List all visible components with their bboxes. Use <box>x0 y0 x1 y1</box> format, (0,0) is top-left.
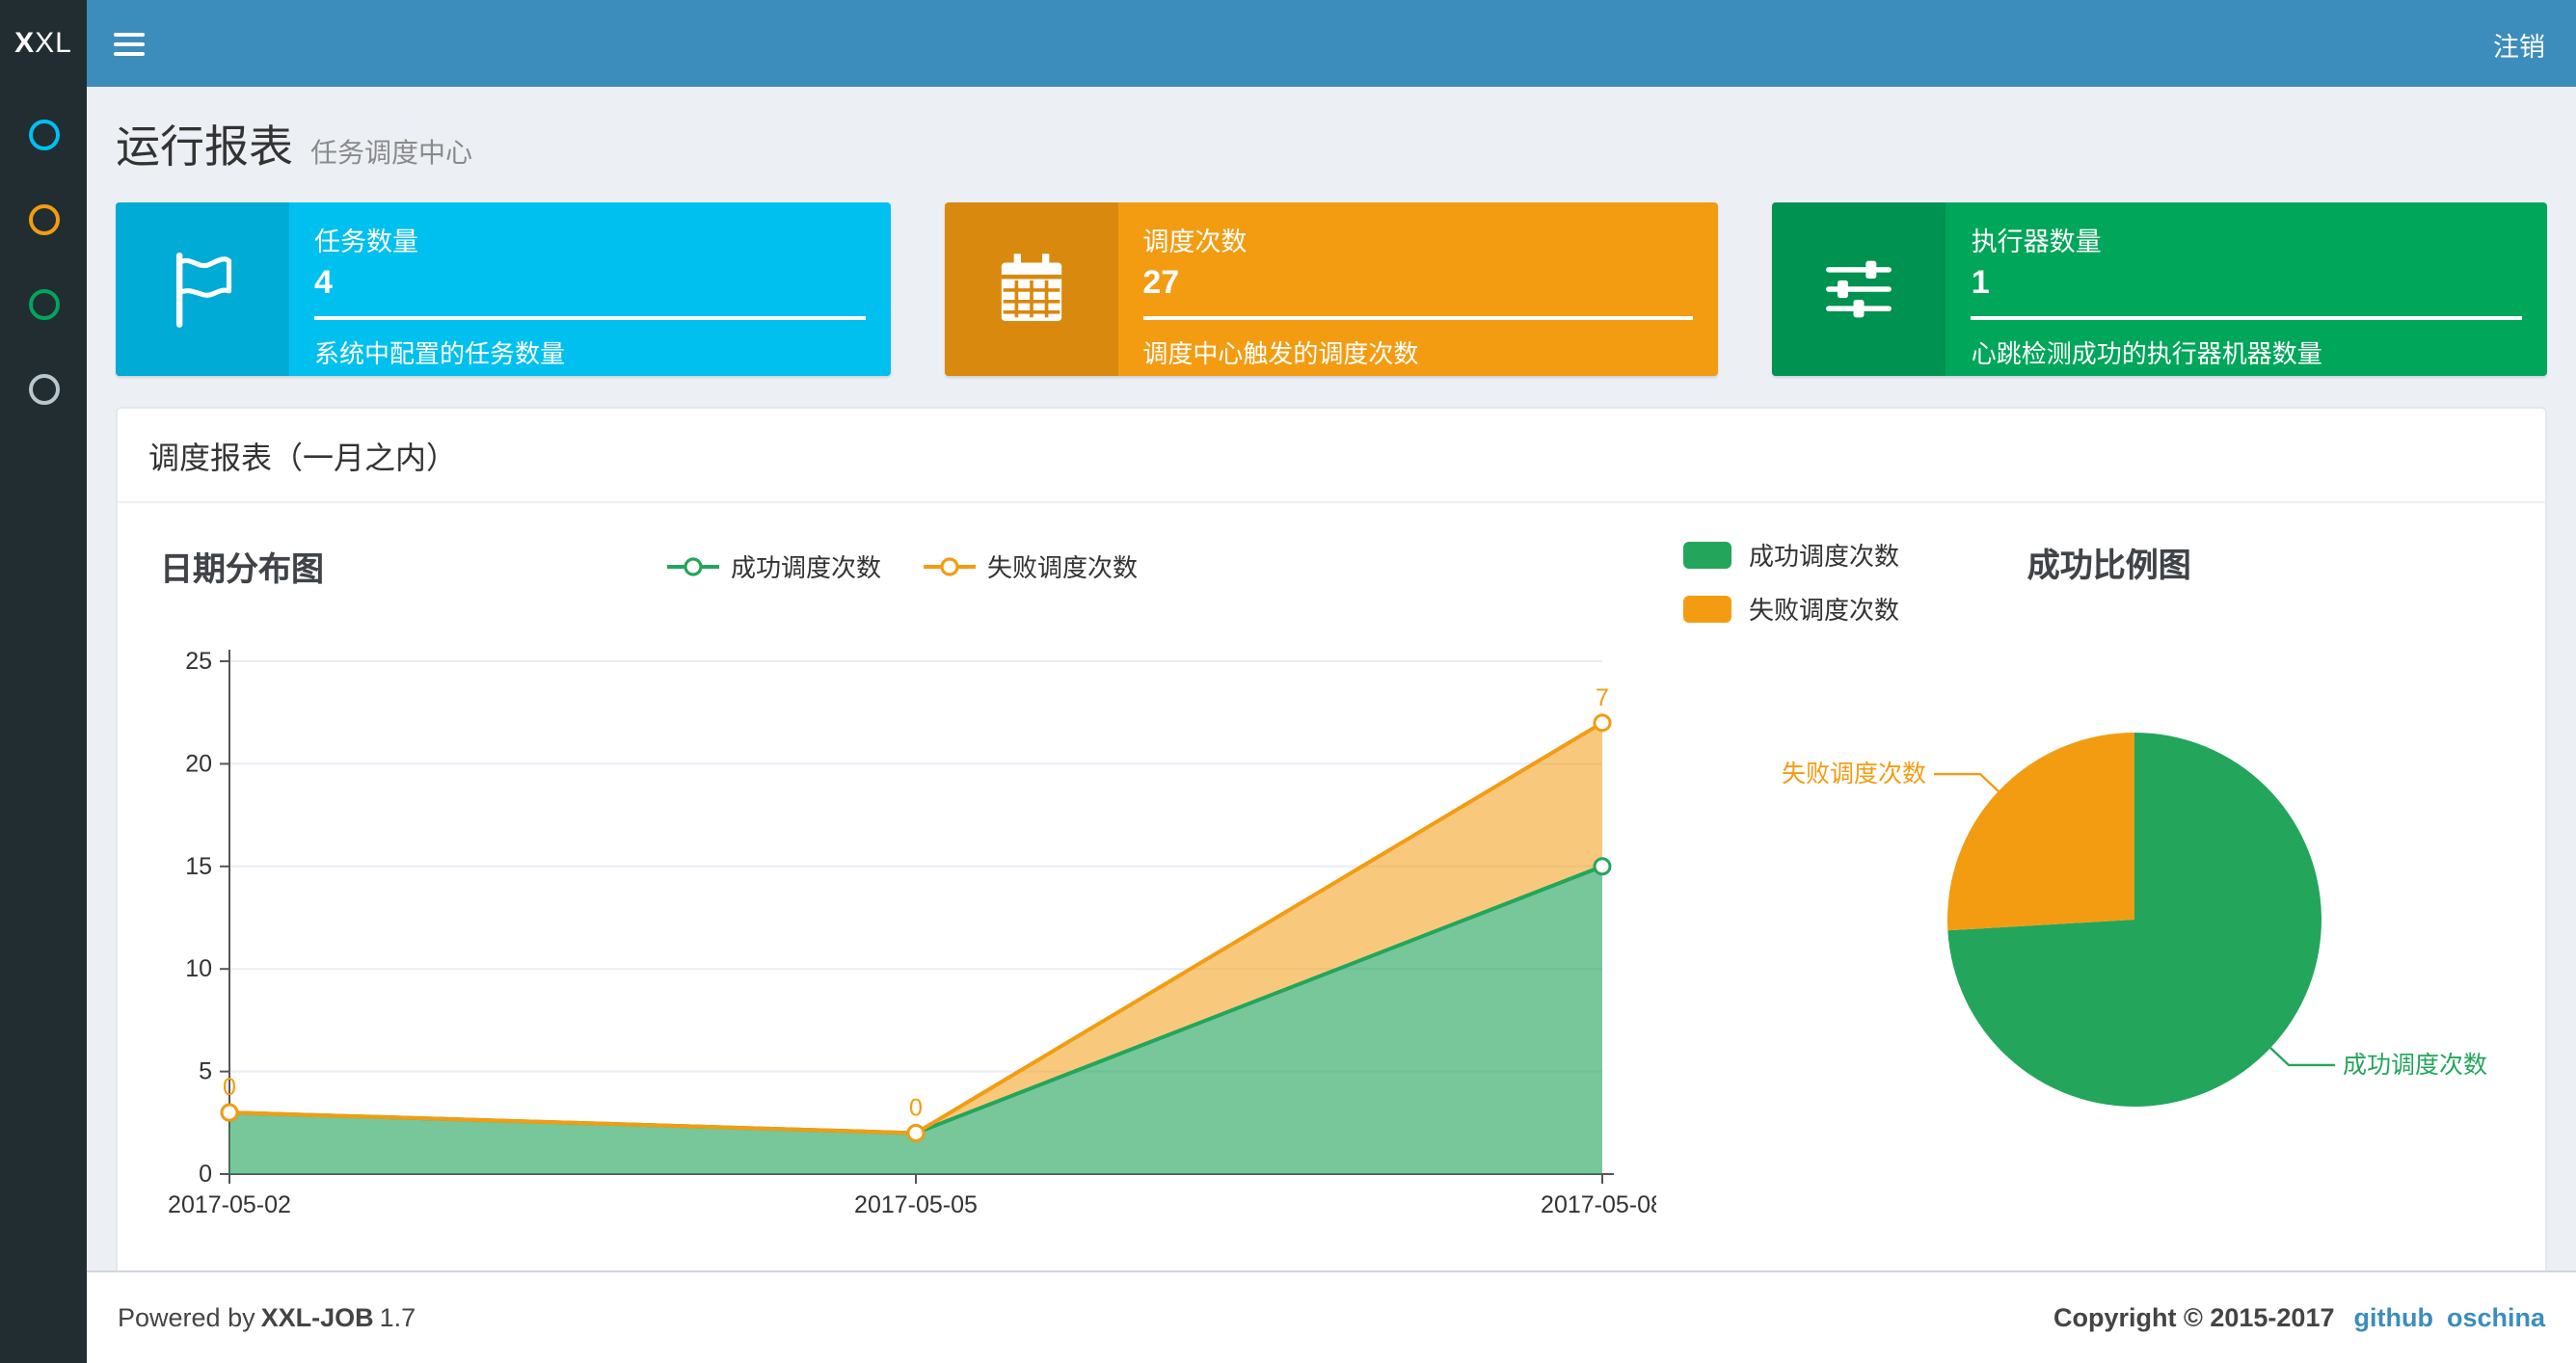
line-series-marker-icon <box>666 556 719 575</box>
circle-outline-icon <box>28 204 59 235</box>
github-link[interactable]: github <box>2354 1303 2433 1332</box>
svg-text:0: 0 <box>199 1161 212 1188</box>
report-panel-title: 调度报表（一月之内） <box>118 409 2545 503</box>
svg-text:0: 0 <box>223 1074 236 1101</box>
svg-text:2017-05-08: 2017-05-08 <box>1541 1191 1656 1218</box>
info-box-title: 任务数量 <box>314 227 418 256</box>
date-distribution-chart: 05101520252017-05-02 2017-05-05 2017-05-08… <box>168 648 1664 1218</box>
date-distribution-section: 日期分布图 成功调度次数 失败调度次数 0 5 10 15 20 25 2017-05-02… <box>133 530 1672 1253</box>
logo-rest-text: XL <box>35 27 72 60</box>
info-box-content: 任务数量 4 系统中配置的任务数量 <box>289 202 890 376</box>
logo-bold-text: X <box>14 27 36 60</box>
report-panel: 调度报表（一月之内） 日期分布图 成功调度次数 失败调度次数 0 5 10 15 20 2… <box>116 407 2547 1272</box>
success-ratio-section: 成功调度次数 失败调度次数 成功比例图 成功调度次数 失败调度次数 <box>1672 530 2534 1253</box>
success-ratio-pie-chart: 成功调度次数 失败调度次数 <box>1782 733 2487 1107</box>
pie-chart-header: 成功调度次数 失败调度次数 成功比例图 <box>1672 530 2534 634</box>
logout-link[interactable]: 注销 <box>2462 0 2576 87</box>
info-box-icon-area <box>944 202 1118 376</box>
info-box-3: 执行器数量 1 心跳检测成功的执行器机器数量 <box>1772 202 2548 376</box>
line-series-marker-icon <box>924 556 976 575</box>
line-legend-item-1[interactable]: 成功调度次数 <box>666 548 881 584</box>
sidebar-item-1[interactable] <box>0 93 87 177</box>
info-box-title: 执行器数量 <box>1971 227 2102 256</box>
info-box-content: 执行器数量 1 心跳检测成功的执行器机器数量 <box>1946 202 2547 376</box>
progress-bar <box>1971 316 2523 320</box>
pie-series-swatch-icon <box>1683 541 1731 568</box>
legend-label: 成功调度次数 <box>730 553 881 582</box>
pie-series-swatch-icon <box>1683 595 1731 622</box>
svg-text:15: 15 <box>185 853 212 880</box>
pie-legend-item-2[interactable]: 失败调度次数 <box>1683 590 1899 627</box>
legend-label: 失败调度次数 <box>987 553 1139 582</box>
progress-track <box>1971 316 2523 320</box>
pie-slice-2 <box>1947 733 2134 931</box>
flag-icon <box>175 252 232 328</box>
sidebar-item-2[interactable] <box>0 177 87 262</box>
svg-text:5: 5 <box>199 1058 212 1085</box>
info-box-2: 调度次数 27 调度中心触发的调度次数 <box>944 202 1719 376</box>
app-logo[interactable]: X XL <box>0 0 87 87</box>
svg-text:25: 25 <box>185 648 212 675</box>
svg-text:7: 7 <box>1596 684 1609 711</box>
copyright-text: Copyright © 2015-2017 github oschina <box>2053 1303 2545 1332</box>
sidebar-item-3[interactable] <box>0 262 87 347</box>
sliders-icon <box>1826 260 1892 318</box>
calendar-icon <box>1001 254 1061 321</box>
svg-text:2017-05-05: 2017-05-05 <box>854 1191 978 1218</box>
page-title: 运行报表 任务调度中心 <box>116 121 472 172</box>
progress-track <box>1142 316 1694 320</box>
info-box-title: 调度次数 <box>1142 227 1248 256</box>
legend-label: 失败调度次数 <box>1749 596 1900 625</box>
progress-bar <box>1142 316 1694 320</box>
sidebar-toggle-hamburger-icon[interactable] <box>87 0 172 87</box>
content-wrapper: 运行报表 任务调度中心 任务数量 4 系统中配置的任务数量 调度次数 27 调度… <box>87 87 2576 1272</box>
progress-track <box>314 316 866 320</box>
top-navbar: X XL 注销 <box>0 0 2576 87</box>
sidebar-item-4[interactable] <box>0 347 87 432</box>
svg-text:成功调度次数: 成功调度次数 <box>2343 1052 2487 1079</box>
sidebar <box>0 87 87 1363</box>
svg-text:失败调度次数: 失败调度次数 <box>1782 761 1926 788</box>
page-content: 任务数量 4 系统中配置的任务数量 调度次数 27 调度中心触发的调度次数 执行… <box>87 187 2576 1272</box>
info-box-description: 心跳检测成功的执行器机器数量 <box>1971 339 2322 368</box>
circle-outline-icon <box>28 374 59 405</box>
info-box-icon-area <box>1772 202 1946 376</box>
progress-bar <box>314 316 866 320</box>
svg-text:10: 10 <box>185 955 212 982</box>
report-panel-body: 日期分布图 成功调度次数 失败调度次数 0 5 10 15 20 25 2017-05-02… <box>118 503 2545 1272</box>
info-box-icon-area <box>116 202 289 376</box>
info-box-1: 任务数量 4 系统中配置的任务数量 <box>116 202 891 376</box>
svg-text:0: 0 <box>909 1094 923 1121</box>
pie-chart-title: 成功比例图 <box>2026 548 2191 584</box>
page-subtitle: 任务调度中心 <box>310 137 472 168</box>
pie-legend-item-1[interactable]: 成功调度次数 <box>1683 536 1899 573</box>
app-root: X XL 注销 运行报表 任务调度中心 任务数量 4 系统中配置的任务数量 调度… <box>0 0 2576 1363</box>
page-header: 运行报表 任务调度中心 <box>87 87 2576 187</box>
pie-chart-legend: 成功调度次数 失败调度次数 <box>1683 536 1899 627</box>
svg-text:20: 20 <box>185 750 212 777</box>
powered-by-text: Powered by XXL-JOB 1.7 <box>118 1303 416 1332</box>
info-box-number: 4 <box>314 264 333 301</box>
info-box-number: 27 <box>1142 264 1180 301</box>
circle-outline-icon <box>28 289 59 320</box>
summary-cards: 任务数量 4 系统中配置的任务数量 调度次数 27 调度中心触发的调度次数 执行… <box>116 202 2548 376</box>
legend-label: 成功调度次数 <box>1749 542 1900 571</box>
line-chart-title: 日期分布图 <box>160 551 324 588</box>
circle-outline-icon <box>28 120 59 150</box>
line-chart-legend: 成功调度次数 失败调度次数 <box>133 538 1672 584</box>
oschina-link[interactable]: oschina <box>2447 1303 2545 1332</box>
footer: Powered by XXL-JOB 1.7 Copyright © 2015-20… <box>87 1270 2576 1363</box>
line-legend-item-2[interactable]: 失败调度次数 <box>924 548 1138 584</box>
info-box-description: 调度中心触发的调度次数 <box>1142 339 1419 368</box>
info-box-content: 调度次数 27 调度中心触发的调度次数 <box>1117 202 1718 376</box>
info-box-number: 1 <box>1971 264 1990 301</box>
info-box-description: 系统中配置的任务数量 <box>314 339 566 368</box>
line-chart-header: 日期分布图 成功调度次数 失败调度次数 <box>133 538 1672 600</box>
svg-text:2017-05-02: 2017-05-02 <box>168 1191 291 1218</box>
